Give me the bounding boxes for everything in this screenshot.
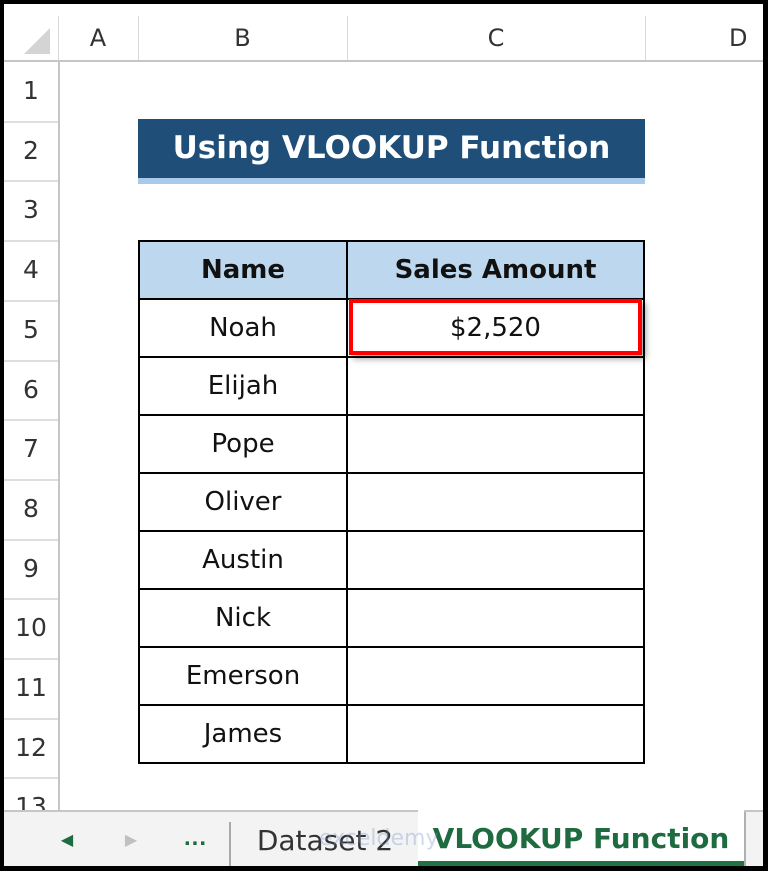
banner-underline bbox=[138, 178, 645, 184]
name-cell[interactable]: Noah bbox=[138, 298, 348, 358]
row-header-6[interactable]: 6 bbox=[4, 375, 58, 404]
row-separator[interactable] bbox=[4, 777, 58, 780]
header-name[interactable]: Name bbox=[138, 240, 348, 300]
name-cell[interactable]: Emerson bbox=[138, 646, 348, 706]
row-separator[interactable] bbox=[4, 359, 58, 362]
sheet-tab-dataset-2[interactable]: Dataset 2 bbox=[232, 812, 418, 866]
header-sales-amount[interactable]: Sales Amount bbox=[346, 240, 645, 300]
table-row: James bbox=[138, 704, 645, 764]
sales-amount-cell[interactable] bbox=[346, 356, 645, 416]
row-separator[interactable] bbox=[4, 658, 58, 660]
row-separator[interactable] bbox=[4, 180, 58, 183]
column-header-c[interactable]: C bbox=[347, 16, 645, 60]
more-sheets-button[interactable]: ... bbox=[184, 824, 207, 852]
row-separator[interactable] bbox=[4, 538, 58, 541]
row-header-1[interactable]: 1 bbox=[4, 76, 58, 105]
sales-amount-cell[interactable] bbox=[346, 588, 645, 648]
name-cell[interactable]: Oliver bbox=[138, 472, 348, 532]
name-cell[interactable]: James bbox=[138, 704, 348, 764]
previous-sheet-icon[interactable]: ◀ bbox=[55, 826, 79, 856]
row-header-8[interactable]: 8 bbox=[4, 494, 58, 523]
sheet-tab-bar: ◀ ▶ ... Dataset 2 VLOOKUP Function bbox=[4, 810, 763, 866]
sales-amount-cell[interactable] bbox=[346, 530, 645, 590]
tab-separator bbox=[229, 822, 231, 866]
row-separator[interactable] bbox=[4, 120, 58, 123]
row-separator[interactable] bbox=[4, 419, 58, 422]
column-header-a[interactable]: A bbox=[58, 16, 138, 60]
sales-amount-cell[interactable] bbox=[346, 472, 645, 532]
row-separator[interactable] bbox=[4, 299, 58, 302]
table-row: Austin bbox=[138, 530, 645, 590]
row-header-11[interactable]: 11 bbox=[4, 673, 58, 702]
table-header-row: Name Sales Amount bbox=[138, 240, 645, 300]
sheet-title-banner: Using VLOOKUP Function bbox=[138, 119, 645, 178]
name-cell[interactable]: Pope bbox=[138, 414, 348, 474]
table-row: Nick bbox=[138, 588, 645, 648]
table-row: Emerson bbox=[138, 646, 645, 706]
table-row: Elijah bbox=[138, 356, 645, 416]
sales-amount-cell[interactable]: $2,520 bbox=[346, 298, 645, 358]
select-all-triangle-icon bbox=[24, 28, 50, 54]
row-separator[interactable] bbox=[4, 240, 58, 243]
sales-amount-cell[interactable] bbox=[346, 414, 645, 474]
name-cell[interactable]: Nick bbox=[138, 588, 348, 648]
next-sheet-icon[interactable]: ▶ bbox=[119, 826, 143, 856]
sheet-tab-vlookup-function[interactable]: VLOOKUP Function bbox=[418, 810, 744, 866]
row-header-9[interactable]: 9 bbox=[4, 554, 58, 583]
row-header-4[interactable]: 4 bbox=[4, 255, 58, 284]
name-cell[interactable]: Elijah bbox=[138, 356, 348, 416]
column-header-b[interactable]: B bbox=[138, 16, 347, 60]
sales-amount-cell[interactable] bbox=[346, 646, 645, 706]
column-header-d[interactable]: D bbox=[645, 16, 763, 60]
spreadsheet-window: A B C D 1 2 3 4 5 6 7 8 9 10 11 12 13 Using VLOOKUP … bbox=[4, 4, 763, 866]
row-separator[interactable] bbox=[4, 478, 58, 481]
row-separator[interactable] bbox=[4, 598, 58, 601]
worksheet-grid[interactable]: Using VLOOKUP Function Name Sales Amount… bbox=[60, 62, 763, 810]
row-header-5[interactable]: 5 bbox=[4, 315, 58, 344]
column-header-bar: A B C D bbox=[4, 4, 763, 62]
row-header-2[interactable]: 2 bbox=[4, 136, 58, 165]
row-header-bar: 1 2 3 4 5 6 7 8 9 10 11 12 13 bbox=[4, 62, 60, 840]
row-header-7[interactable]: 7 bbox=[4, 434, 58, 463]
table-row: Oliver bbox=[138, 472, 645, 532]
name-cell[interactable]: Austin bbox=[138, 530, 348, 590]
table-row: Pope bbox=[138, 414, 645, 474]
sales-table: Name Sales Amount Noah $2,520 Elijah Pope Ol… bbox=[138, 240, 645, 764]
new-sheet-area[interactable] bbox=[744, 812, 763, 866]
row-header-12[interactable]: 12 bbox=[4, 733, 58, 762]
row-header-10[interactable]: 10 bbox=[4, 613, 58, 642]
row-separator[interactable] bbox=[4, 717, 58, 720]
row-header-3[interactable]: 3 bbox=[4, 195, 58, 224]
table-row: Noah $2,520 bbox=[138, 298, 645, 358]
sales-amount-cell[interactable] bbox=[346, 704, 645, 764]
select-all-button[interactable] bbox=[4, 4, 58, 60]
